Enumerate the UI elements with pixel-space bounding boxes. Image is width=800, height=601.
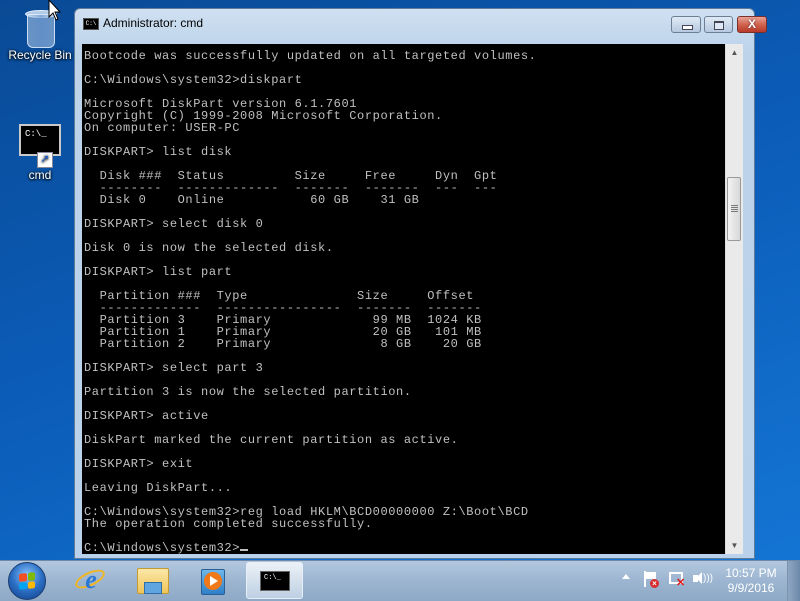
console-text: Bootcode was successfully updated on all… <box>84 49 537 554</box>
clock-time: 10:57 PM <box>725 566 777 580</box>
internet-explorer-icon: e <box>85 565 97 594</box>
desktop-icon-label: cmd <box>28 168 52 182</box>
taskbar-cmd[interactable]: C:\_ <box>246 562 303 599</box>
maximize-button[interactable] <box>704 16 733 33</box>
close-icon: X <box>747 17 756 31</box>
show-desktop-button[interactable] <box>787 561 800 601</box>
minimize-button[interactable] <box>671 16 701 33</box>
desktop-icon-recycle-bin[interactable]: Recycle Bin <box>2 4 78 62</box>
taskbar-windows-explorer[interactable] <box>123 562 180 599</box>
shortcut-arrow-icon: ➚ <box>37 152 53 168</box>
mouse-pointer-icon <box>48 0 62 21</box>
cmd-icon: C:\ <box>83 18 99 30</box>
taskbar-internet-explorer[interactable]: e <box>62 562 119 599</box>
cmd-glyph: C:\_ <box>25 129 47 139</box>
scroll-up-arrow-icon[interactable]: ▲ <box>726 44 743 61</box>
scrollbar-thumb[interactable] <box>727 177 741 241</box>
clock-date: 9/9/2016 <box>727 581 775 595</box>
windows-logo-icon <box>19 572 35 590</box>
network-disconnected-icon[interactable]: ✕ <box>668 570 686 589</box>
window-title: Administrator: cmd <box>103 16 204 30</box>
clock[interactable]: 10:57 PM 9/9/2016 <box>716 566 786 596</box>
folder-stand-icon <box>144 582 162 594</box>
media-player-icon <box>204 572 222 590</box>
volume-icon[interactable]: ))) <box>692 570 713 588</box>
vertical-scrollbar[interactable]: ▲ ▼ <box>725 44 743 554</box>
taskbar: e C:\_ × ✕ ))) 10:57 PM 9/9/2016 <box>0 560 800 601</box>
console-prompt: C:\Windows\system32> <box>84 541 241 554</box>
text-cursor <box>240 549 249 551</box>
cmd-shortcut-icon: C:\_ ➚ <box>19 124 61 168</box>
taskbar-media-player[interactable] <box>184 562 241 599</box>
cmd-icon: C:\_ <box>260 571 290 591</box>
start-button[interactable] <box>8 562 46 600</box>
desktop-icon-label: Recycle Bin <box>8 48 72 62</box>
show-hidden-icons-button[interactable] <box>622 574 630 579</box>
close-button[interactable]: X <box>737 16 767 33</box>
scroll-down-arrow-icon[interactable]: ▼ <box>726 537 743 554</box>
desktop-icon-cmd[interactable]: C:\_ ➚ cmd <box>2 124 78 182</box>
console-output[interactable]: Bootcode was successfully updated on all… <box>82 44 725 554</box>
title-bar[interactable]: C:\ Administrator: cmd X <box>75 9 767 39</box>
action-center-error-icon[interactable]: × <box>642 570 660 588</box>
cmd-window: C:\ Administrator: cmd X Bootcode was su… <box>74 8 767 559</box>
